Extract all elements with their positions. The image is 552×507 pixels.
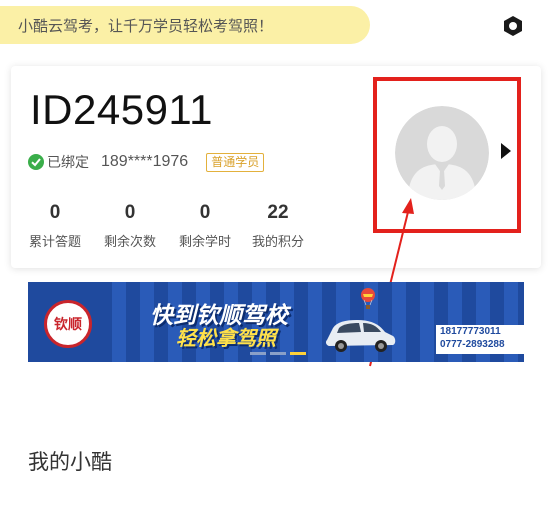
avatar[interactable] bbox=[395, 106, 489, 200]
carousel-dot[interactable] bbox=[270, 352, 286, 355]
banner-text: 小酷云驾考，让千万学员轻松考驾照！ bbox=[18, 16, 274, 35]
stat-label: 我的积分 bbox=[251, 235, 304, 250]
member-badge: 普通学员 bbox=[206, 152, 265, 172]
carousel-dot[interactable] bbox=[250, 352, 266, 355]
user-id: ID245911 bbox=[30, 86, 214, 133]
arrow-right-icon[interactable] bbox=[500, 142, 512, 160]
settings-icon[interactable] bbox=[501, 14, 525, 38]
top-banner: 小酷云驾考，让千万学员轻松考驾照！ bbox=[0, 6, 370, 44]
stat-label: 剩余学时 bbox=[178, 235, 231, 250]
ad-phone-box: 18177773011 0777-2893288 bbox=[436, 325, 524, 354]
driving-school-logo: 钦顺 bbox=[44, 300, 92, 348]
stat-remaining-times[interactable]: 0 剩余次数 bbox=[90, 202, 170, 250]
stat-remaining-hours[interactable]: 0 剩余学时 bbox=[165, 202, 245, 250]
stat-value: 0 bbox=[199, 202, 211, 223]
bind-status: 已绑定 bbox=[47, 155, 89, 171]
stat-total-answers[interactable]: 0 累计答题 bbox=[15, 202, 95, 250]
section-title: 我的小酷 bbox=[28, 450, 112, 474]
carousel-indicator bbox=[250, 352, 306, 355]
stat-value: 0 bbox=[124, 202, 136, 223]
stat-value: 0 bbox=[49, 202, 61, 223]
check-circle-icon bbox=[28, 154, 44, 170]
stat-value: 22 bbox=[267, 202, 289, 223]
logo-text: 钦顺 bbox=[54, 317, 82, 333]
stat-my-points[interactable]: 22 我的积分 bbox=[238, 202, 318, 250]
ad-subheadline: 轻松拿驾照 bbox=[176, 326, 276, 350]
car-icon bbox=[325, 320, 396, 352]
phone-number: 189****1976 bbox=[101, 153, 189, 170]
ad-phone: 0777-2893288 bbox=[440, 339, 505, 350]
ad-banner[interactable]: 钦顺 快到钦顺驾校 轻松拿驾照 18177773011 0777-2893288 bbox=[28, 282, 524, 362]
ad-phone: 18177773011 bbox=[440, 326, 501, 337]
stat-label: 累计答题 bbox=[28, 235, 81, 250]
hot-air-balloon-icon bbox=[361, 288, 375, 309]
stat-label: 剩余次数 bbox=[103, 235, 156, 250]
carousel-dot-active[interactable] bbox=[290, 352, 306, 355]
bind-row: 已绑定 189****1976 普通学员 bbox=[28, 152, 265, 172]
stats-row: 0 累计答题 0 剩余次数 0 剩余学时 22 我的积分 bbox=[11, 202, 341, 252]
